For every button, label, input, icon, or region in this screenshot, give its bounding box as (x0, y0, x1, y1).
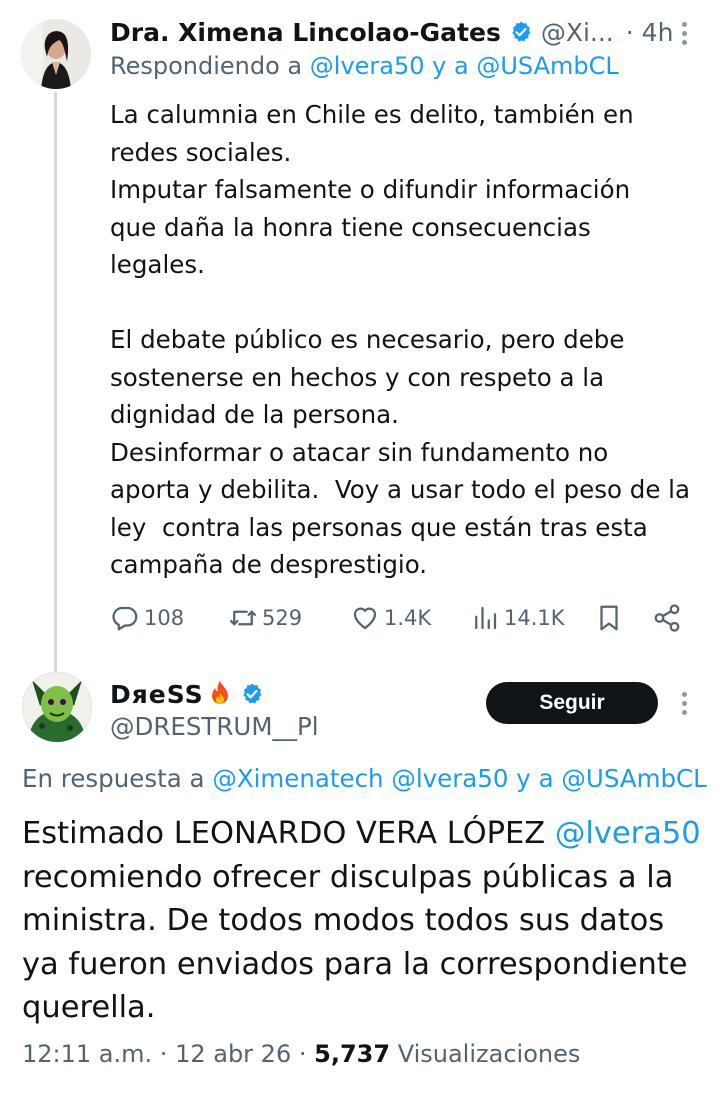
repost-icon (230, 610, 256, 626)
tweet-meta: 12:11 a.m. · 12 abr 26 · 5,737 Visualiza… (22, 1040, 581, 1068)
verified-badge-icon (512, 21, 531, 42)
bookmark-button[interactable] (594, 600, 624, 636)
parent-timestamp[interactable]: · 4h (626, 18, 674, 47)
like-icon (353, 607, 377, 630)
reply-author-handle[interactable]: @DRESTRUM__Pl (110, 712, 319, 741)
share-icon (654, 604, 680, 632)
parent-author-name[interactable]: Dra. Ximena Lincolao-Gates (110, 18, 501, 47)
repost-button[interactable]: 529 (228, 600, 302, 636)
post-detail-page: Dra. Ximena Lincolao-Gates @Xi... · 4h R… (0, 0, 720, 1094)
like-button[interactable]: 1.4K (350, 600, 431, 636)
parent-author-handle[interactable]: @Xi... (541, 18, 614, 47)
mention-link[interactable]: @lvera50 (310, 52, 425, 80)
verified-badge-icon (242, 683, 262, 704)
views-label: Visualizaciones (397, 1040, 581, 1068)
reply-author-avatar[interactable] (22, 672, 92, 742)
action-bar: 108 529 1.4K 14.1K (110, 600, 700, 636)
reply-context-line: En respuesta a @Ximenatech @lvera50 y a … (22, 764, 707, 793)
reply-time[interactable]: 12:11 a.m. (22, 1040, 152, 1068)
reply-date[interactable]: 12 abr 26 (175, 1040, 291, 1068)
thread-line (54, 92, 57, 672)
fire-emoji-icon (211, 681, 228, 704)
views-icon (475, 606, 497, 630)
share-button[interactable] (652, 600, 682, 636)
replying-connector: y a (432, 52, 469, 80)
more-options-icon[interactable] (682, 22, 688, 48)
views-button[interactable]: 14.1K (470, 600, 565, 636)
mention-link[interactable]: @USAmbCL (476, 52, 618, 80)
mention-link[interactable]: @USAmbCL (561, 764, 706, 793)
more-options-icon[interactable] (682, 692, 688, 718)
reply-author-name-row[interactable]: DяeSS (110, 676, 264, 712)
reply-icon (112, 606, 138, 631)
parent-author-avatar[interactable] (21, 19, 91, 89)
reply-button[interactable]: 108 (110, 600, 184, 636)
reply-author-name[interactable]: DяeSS (110, 680, 204, 709)
parent-tweet-text: La calumnia en Chile es delito, también … (110, 100, 690, 579)
reply-tweet-text: Estimado LEONARDO VERA LÓPEZ @lvera50 re… (22, 816, 701, 1025)
parent-header: Dra. Ximena Lincolao-Gates @Xi... · 4h (110, 12, 710, 52)
mention-link[interactable]: @lvera50 (555, 816, 701, 851)
bookmark-icon (600, 605, 618, 631)
reply-context-connector: y a (516, 764, 554, 793)
follow-button[interactable]: Seguir (486, 682, 658, 724)
mention-link[interactable]: @Ximenatech (212, 764, 383, 793)
views-count: 5,737 (314, 1040, 391, 1068)
replying-to-line: Respondiendo a @lvera50 y a @USAmbCL (110, 52, 619, 80)
mention-link[interactable]: @lvera50 (391, 764, 508, 793)
